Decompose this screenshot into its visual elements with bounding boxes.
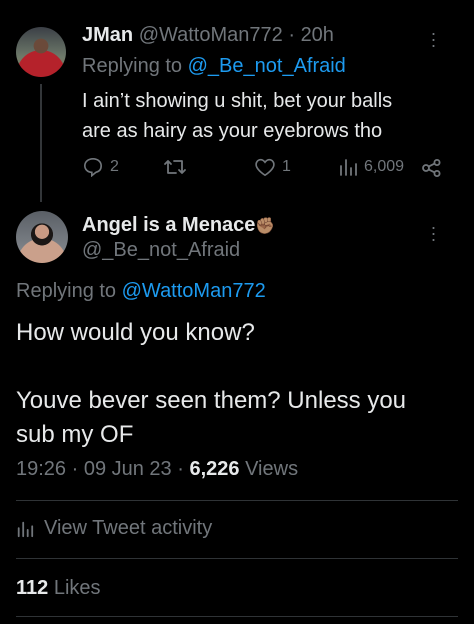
replying-to: Replying to @_Be_not_Afraid [82,55,346,77]
like-count: 1 [282,158,291,175]
divider [16,500,458,501]
retweet-button[interactable] [163,157,187,177]
tweet-meta: 19:26 · 09 Jun 23 · 6,226 Views [16,458,298,481]
tweet-time[interactable]: 20h [301,24,334,46]
likes-count: 112 [16,577,49,599]
author-handle[interactable]: @WattoMan772 [139,24,283,46]
likes-label: Likes [53,577,101,599]
fist-emoji-icon: ✊🏽 [255,218,276,235]
author-name[interactable]: Angel is a Menace [82,214,255,236]
more-options-icon[interactable]: · · · [428,24,438,54]
reply-icon [82,157,104,177]
tweet-text: I ain’t showing u shit, bet your balls a… [82,90,393,142]
replying-to: Replying to @WattoMan772 [16,280,266,302]
view-tweet-activity-label: View Tweet activity [44,517,213,539]
author-name-row: Angel is a Menace✊🏽 [82,214,275,237]
reply-button[interactable]: 2 [82,157,119,177]
like-button[interactable]: 1 [254,157,291,177]
reply-count: 2 [110,158,119,175]
views-button[interactable]: 6,009 [338,157,404,177]
likes-summary[interactable]: 112 Likes [16,577,101,600]
thread-connector-line [40,84,42,202]
divider [16,558,458,559]
share-icon[interactable] [422,159,442,177]
tweet-text: How would you know? Youve bever seen the… [16,319,407,448]
replying-to-link[interactable]: @_Be_not_Afraid [188,55,346,77]
avatar[interactable] [16,27,66,77]
author-name[interactable]: JMan [82,24,133,46]
avatar[interactable] [16,211,68,263]
view-count: 6,226 [189,458,240,480]
analytics-icon [16,520,34,538]
tweet-timestamp[interactable]: 19:26 · 09 Jun 23 · [16,458,184,480]
replying-to-link[interactable]: @WattoMan772 [122,280,266,302]
view-count: 6,009 [364,158,405,175]
heart-icon [254,157,276,177]
divider [16,616,458,617]
retweet-icon [163,157,187,177]
views-icon [338,157,358,177]
view-tweet-activity-button[interactable]: View Tweet activity [16,517,212,540]
tweet-header: JMan @WattoMan772 · 20h [82,24,334,46]
author-handle[interactable]: @_Be_not_Afraid [82,239,240,262]
more-options-icon[interactable]: · · · [428,218,438,248]
views-label: Views [245,458,299,480]
